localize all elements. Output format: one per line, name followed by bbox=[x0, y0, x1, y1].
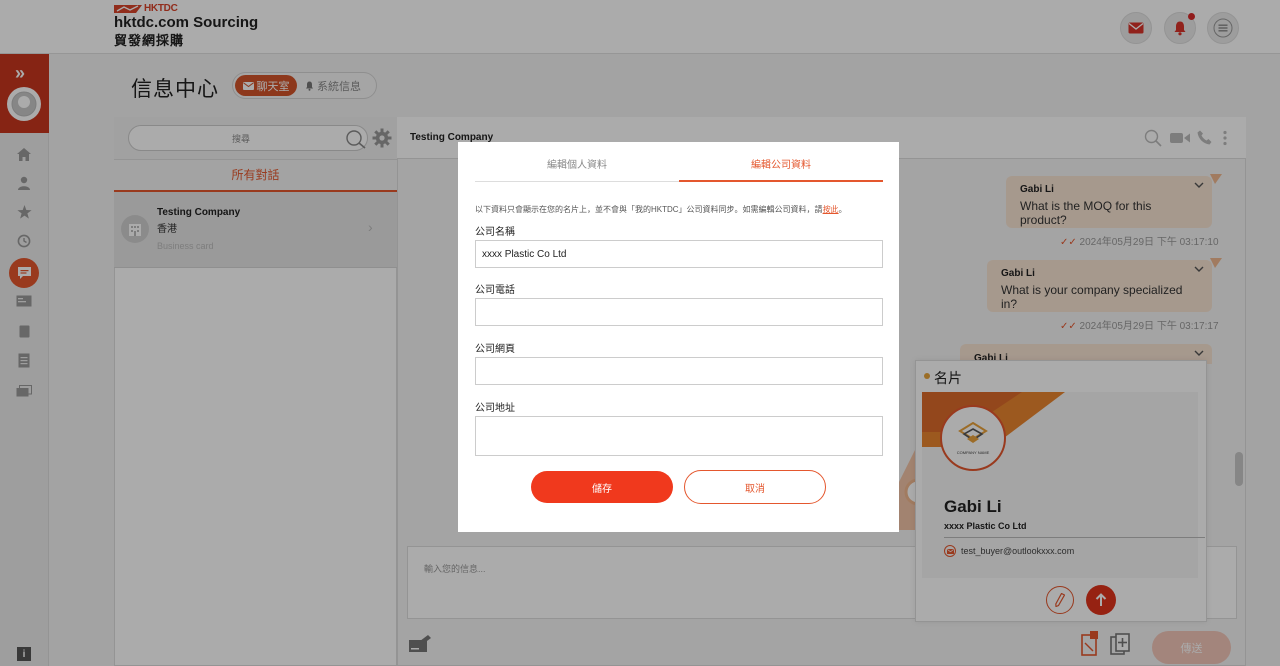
company-address-label: 公司地址 bbox=[475, 403, 515, 414]
company-website-field[interactable] bbox=[475, 357, 883, 385]
modal-note-end: 。 bbox=[838, 205, 847, 214]
cancel-button[interactable]: 取消 bbox=[684, 470, 826, 504]
modal-note: 以下資料只會顯示在您的名片上，並不會與「我的HKTDC」公司資料同步。如需編輯公… bbox=[475, 204, 847, 215]
company-phone-label: 公司電話 bbox=[475, 285, 515, 296]
tab-edit-company[interactable]: 編輯公司資料 bbox=[679, 150, 883, 182]
company-website-label: 公司網頁 bbox=[475, 344, 515, 355]
edit-profile-modal bbox=[458, 142, 899, 532]
company-name-field[interactable] bbox=[475, 240, 883, 268]
edit-company-link[interactable]: 按此 bbox=[823, 205, 839, 214]
company-name-label: 公司名稱 bbox=[475, 227, 515, 238]
modal-note-text: 以下資料只會顯示在您的名片上，並不會與「我的HKTDC」公司資料同步。如需編輯公… bbox=[475, 205, 823, 214]
save-button[interactable]: 儲存 bbox=[531, 471, 673, 503]
tab-edit-personal[interactable]: 編輯個人資料 bbox=[475, 150, 679, 182]
company-phone-field[interactable] bbox=[475, 298, 883, 326]
company-address-field[interactable] bbox=[475, 416, 883, 456]
